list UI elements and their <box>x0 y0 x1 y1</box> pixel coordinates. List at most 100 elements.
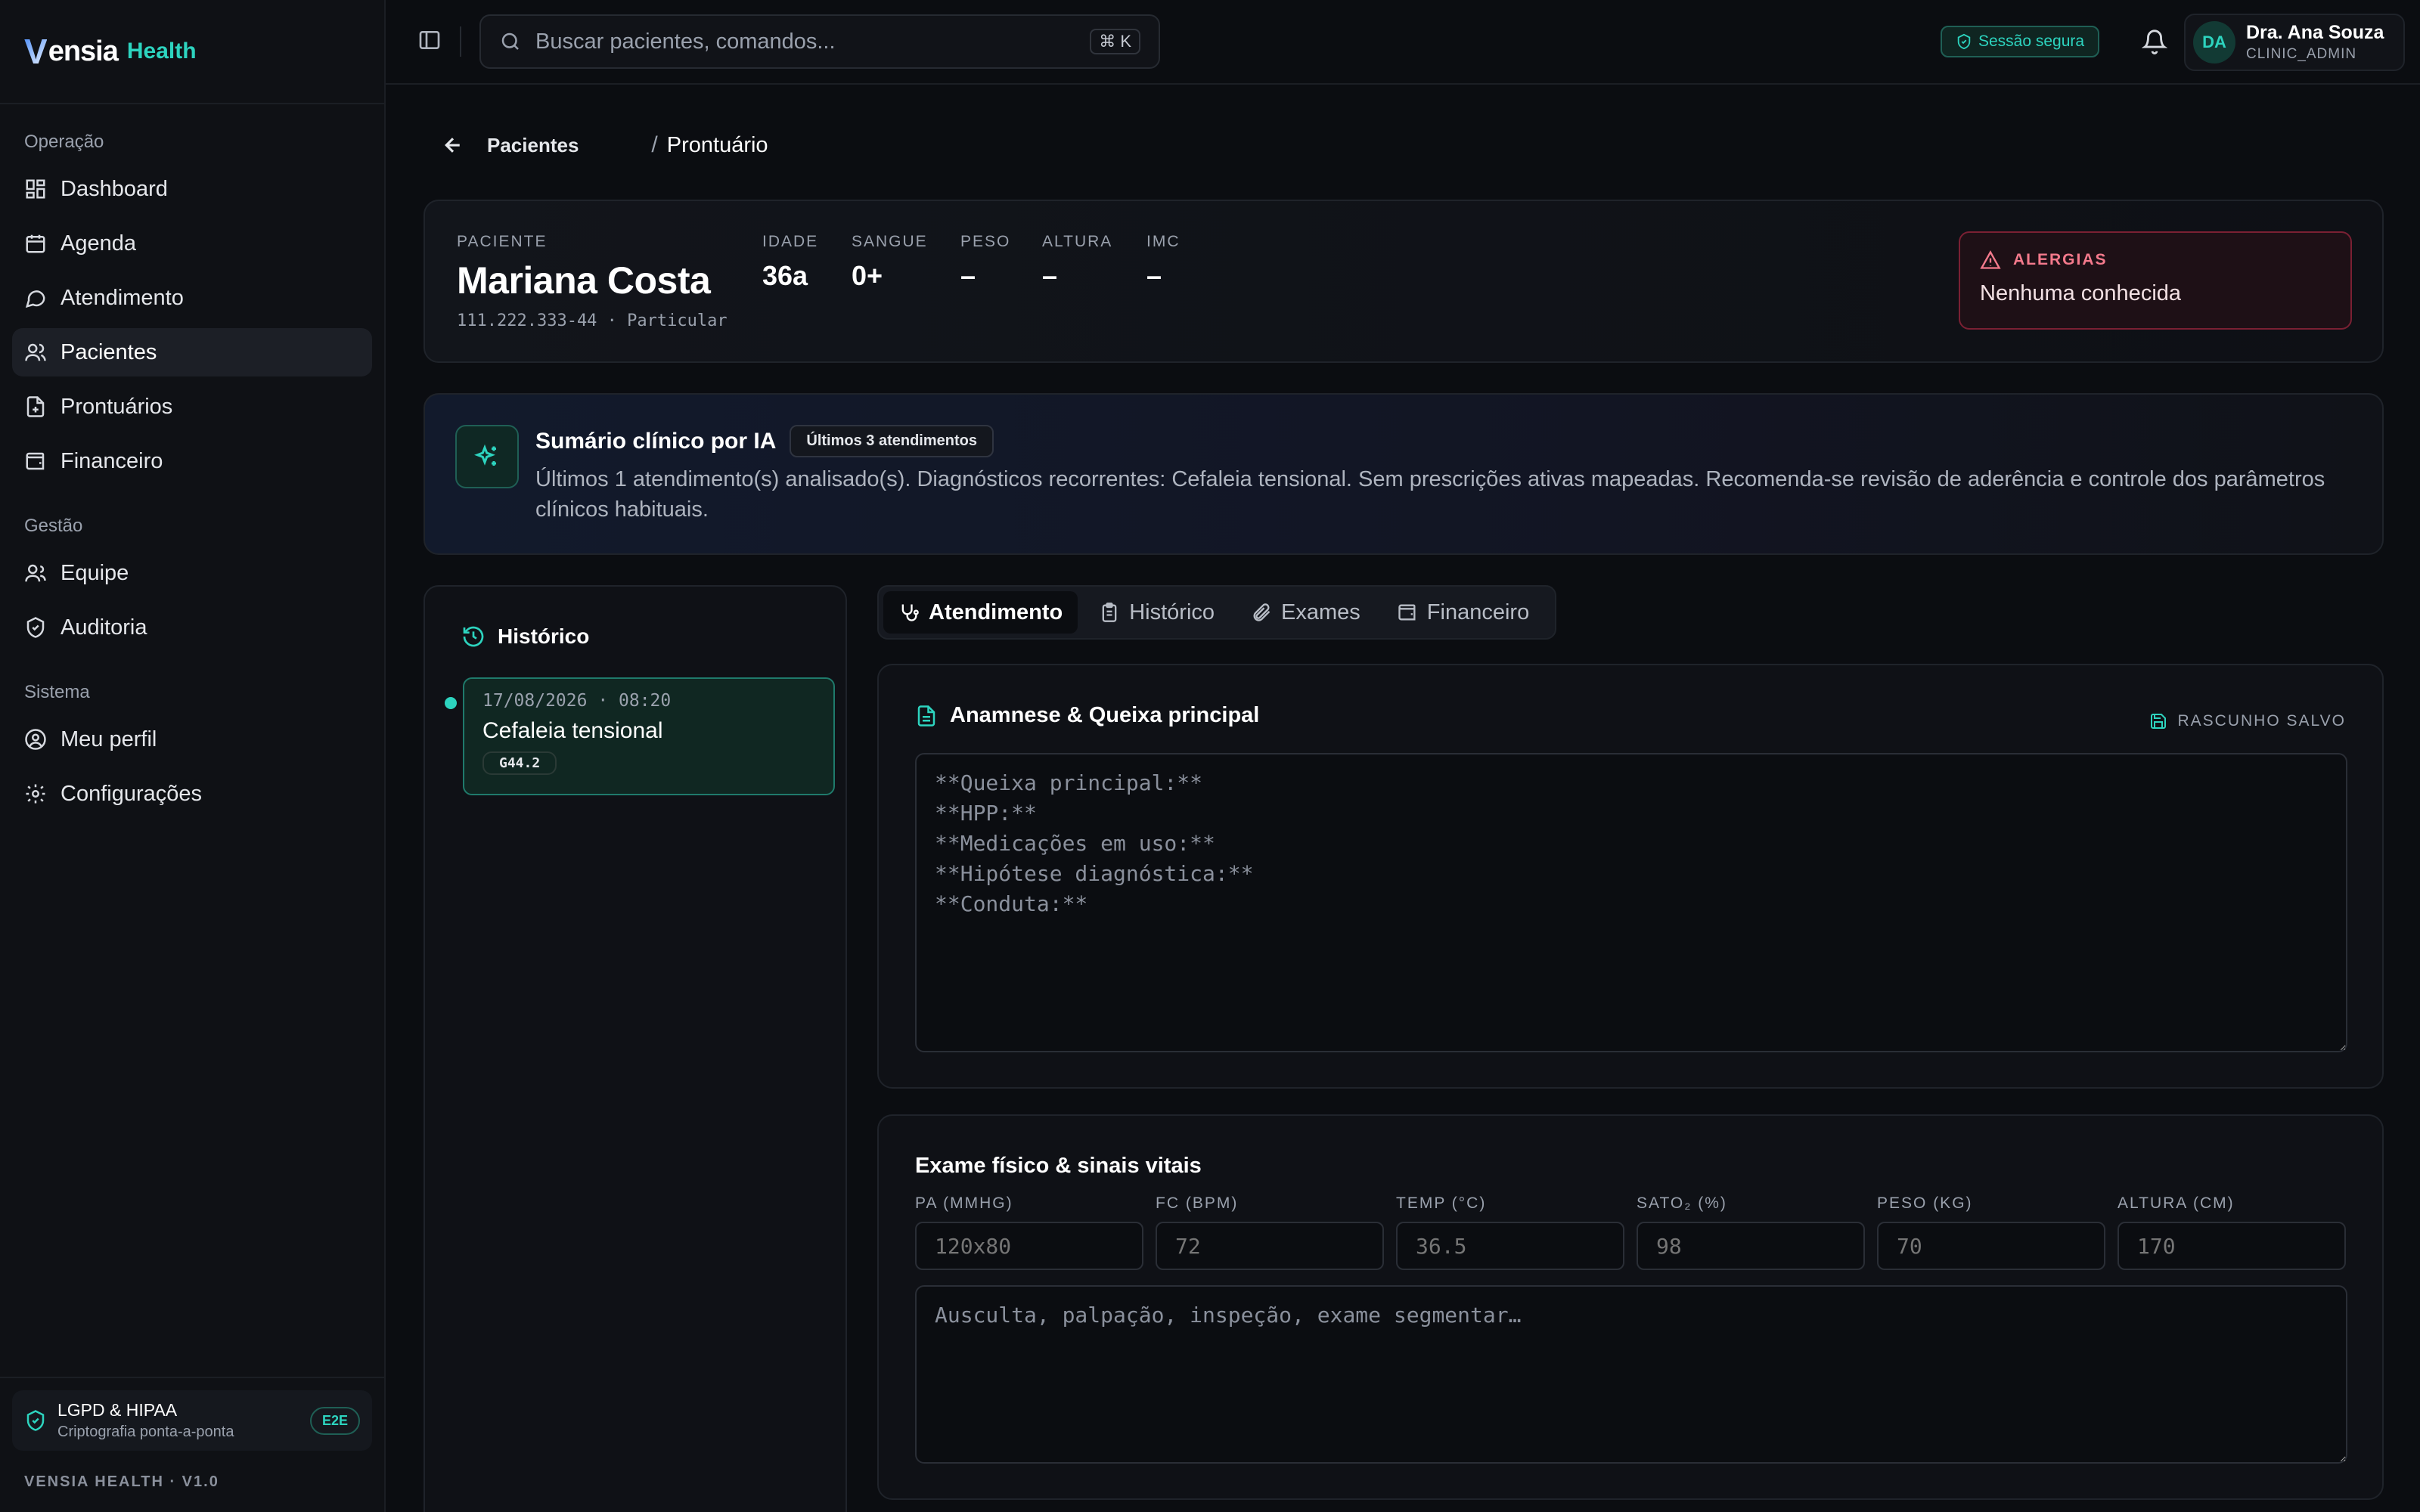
sidebar-item-label: Prontuários <box>60 394 173 419</box>
stat-label: SANGUE <box>852 233 928 250</box>
sidebar-item-label: Meu perfil <box>60 727 157 751</box>
clipboard-icon <box>1102 603 1117 622</box>
anamnese-textarea[interactable] <box>915 753 2347 1052</box>
history-title: Histórico <box>498 624 590 648</box>
user-circle-icon <box>25 729 46 750</box>
bell-icon <box>2141 29 2168 54</box>
allergies-label: ALERGIAS <box>2013 251 2108 268</box>
history-header: Histórico <box>461 624 589 649</box>
notifications-button[interactable] <box>2141 29 2168 58</box>
sidebar-item-label: Agenda <box>60 231 136 256</box>
app-version: VENSIA HEALTH · V1.0 <box>24 1473 219 1490</box>
sidebar-item-label: Pacientes <box>60 339 157 364</box>
sidebar-item-financeiro[interactable]: Financeiro <box>12 437 372 485</box>
tab-label: Financeiro <box>1426 600 1530 624</box>
blood-pressure-input[interactable] <box>915 1222 1143 1270</box>
allergies-heading: ALERGIAS <box>1980 249 2331 271</box>
sidebar-item-label: Configurações <box>60 781 202 806</box>
file-medical-icon <box>26 396 45 417</box>
sidebar-item-auditoria[interactable]: Auditoria <box>12 603 372 652</box>
tab-financeiro[interactable]: Financeiro <box>1382 591 1544 634</box>
shield-check-icon <box>26 617 45 638</box>
draft-status-label: RASCUNHO SALVO <box>2177 712 2346 730</box>
stat-value: – <box>960 260 976 291</box>
history-entry[interactable]: 17/08/2026 · 08:20 Cefaleia tensional G4… <box>463 677 835 795</box>
logo-mark: V <box>24 32 48 71</box>
wallet-icon <box>1398 604 1416 621</box>
warning-icon <box>1980 250 2001 269</box>
tab-atendimento[interactable]: Atendimento <box>883 591 1078 634</box>
oxygen-saturation-input[interactable] <box>1637 1222 1865 1270</box>
compliance-card: LGPD & HIPAA Criptografia ponta-a-ponta … <box>12 1390 372 1451</box>
tab-historico[interactable]: Histórico <box>1084 591 1230 634</box>
shortcut-hint: ⌘ K <box>1090 29 1140 54</box>
user-name: Dra. Ana Souza <box>2246 22 2384 43</box>
sidebar-item-equipe[interactable]: Equipe <box>12 549 372 597</box>
patient-document: 111.222.333-44 · Particular <box>457 311 728 330</box>
search-box[interactable]: ⌘ K <box>479 14 1160 69</box>
gear-icon <box>26 784 45 804</box>
paperclip-icon <box>1253 603 1270 621</box>
search-input[interactable] <box>535 29 1091 54</box>
breadcrumb-separator: / <box>651 132 658 157</box>
sidebar-item-meu-perfil[interactable]: Meu perfil <box>12 715 372 764</box>
sidebar-item-agenda[interactable]: Agenda <box>12 219 372 268</box>
temperature-input[interactable] <box>1396 1222 1624 1270</box>
patient-name: Mariana Costa <box>457 259 711 302</box>
vital-label: FC (BPM) <box>1156 1194 1239 1212</box>
sidebar-item-pacientes[interactable]: Pacientes <box>12 328 372 376</box>
physical-exam-notes[interactable] <box>915 1285 2347 1464</box>
heart-rate-input[interactable] <box>1156 1222 1384 1270</box>
stat-altura: ALTURA – <box>1042 233 1112 292</box>
sidebar-item-atendimento[interactable]: Atendimento <box>12 274 372 322</box>
sidebar-item-configuracoes[interactable]: Configurações <box>12 770 372 818</box>
stat-label: PESO <box>960 233 1011 250</box>
wallet-icon <box>26 452 45 470</box>
ai-sparkle-badge <box>455 425 519 488</box>
divider <box>460 26 461 57</box>
vital-sato2: SATO₂ (%) <box>1637 1194 1865 1270</box>
history-entry-date: 17/08/2026 · 08:20 <box>482 691 672 711</box>
stat-idade: IDADE 36a <box>762 233 818 292</box>
toggle-sidebar-button[interactable] <box>417 28 442 56</box>
breadcrumb-current: Prontuário <box>666 132 768 157</box>
topbar: ⌘ K Sessão segura DA Dra. Ana Souza CLIN… <box>386 0 2420 85</box>
ai-summary-text: Últimos 1 atendimento(s) analisado(s). D… <box>535 467 2325 522</box>
brand[interactable]: V ensia Health <box>0 0 384 104</box>
history-icon <box>463 626 484 647</box>
tab-label: Atendimento <box>929 600 1063 624</box>
nav-section-gestao: Gestão Equipe Auditoria <box>0 511 384 652</box>
stat-label: IDADE <box>762 233 819 250</box>
logo-text: ensia <box>48 35 119 67</box>
team-icon <box>25 564 46 582</box>
physical-exam-header: Exame físico & sinais vitais <box>915 1154 1202 1179</box>
patient-label: PACIENTE <box>457 233 548 250</box>
tab-label: Exames <box>1281 600 1360 624</box>
allergies-alert: ALERGIAS Nenhuma conhecida <box>1959 231 2352 330</box>
vital-label: TEMP (°C) <box>1396 1194 1487 1212</box>
tab-exames[interactable]: Exames <box>1236 591 1376 634</box>
weight-input[interactable] <box>1877 1222 2105 1270</box>
vital-label: PA (MMHG) <box>915 1194 1013 1212</box>
document-icon <box>917 705 935 727</box>
physical-exam-title: Exame físico & sinais vitais <box>915 1154 1202 1178</box>
height-input[interactable] <box>2118 1222 2346 1270</box>
sidebar-item-dashboard[interactable]: Dashboard <box>12 165 372 213</box>
stat-label: IMC <box>1146 233 1181 250</box>
breadcrumb: Pacientes / Prontuário <box>442 129 768 162</box>
anamnese-header: Anamnese & Queixa principal <box>915 703 1259 728</box>
history-entry-diagnosis: Cefaleia tensional <box>482 718 663 743</box>
vital-label: PESO (KG) <box>1877 1194 1973 1212</box>
user-menu[interactable]: DA Dra. Ana Souza CLINIC_ADMIN <box>2184 14 2405 71</box>
sidebar-item-prontuarios[interactable]: Prontuários <box>12 383 372 431</box>
anamnese-card: Anamnese & Queixa principal RASCUNHO SAL… <box>877 664 2384 1089</box>
vital-label: SATO₂ (%) <box>1637 1194 1727 1212</box>
stat-value: – <box>1146 260 1162 291</box>
logo: V ensia <box>24 31 119 72</box>
user-role: CLINIC_ADMIN <box>2246 46 2357 62</box>
breadcrumb-pacientes-link[interactable]: Pacientes <box>487 134 579 157</box>
back-button[interactable]: Pacientes <box>442 134 579 157</box>
brand-product: Health <box>126 39 197 64</box>
physical-exam-card: Exame físico & sinais vitais PA (MMHG) F… <box>877 1114 2384 1500</box>
nav-heading: Sistema <box>24 682 90 702</box>
